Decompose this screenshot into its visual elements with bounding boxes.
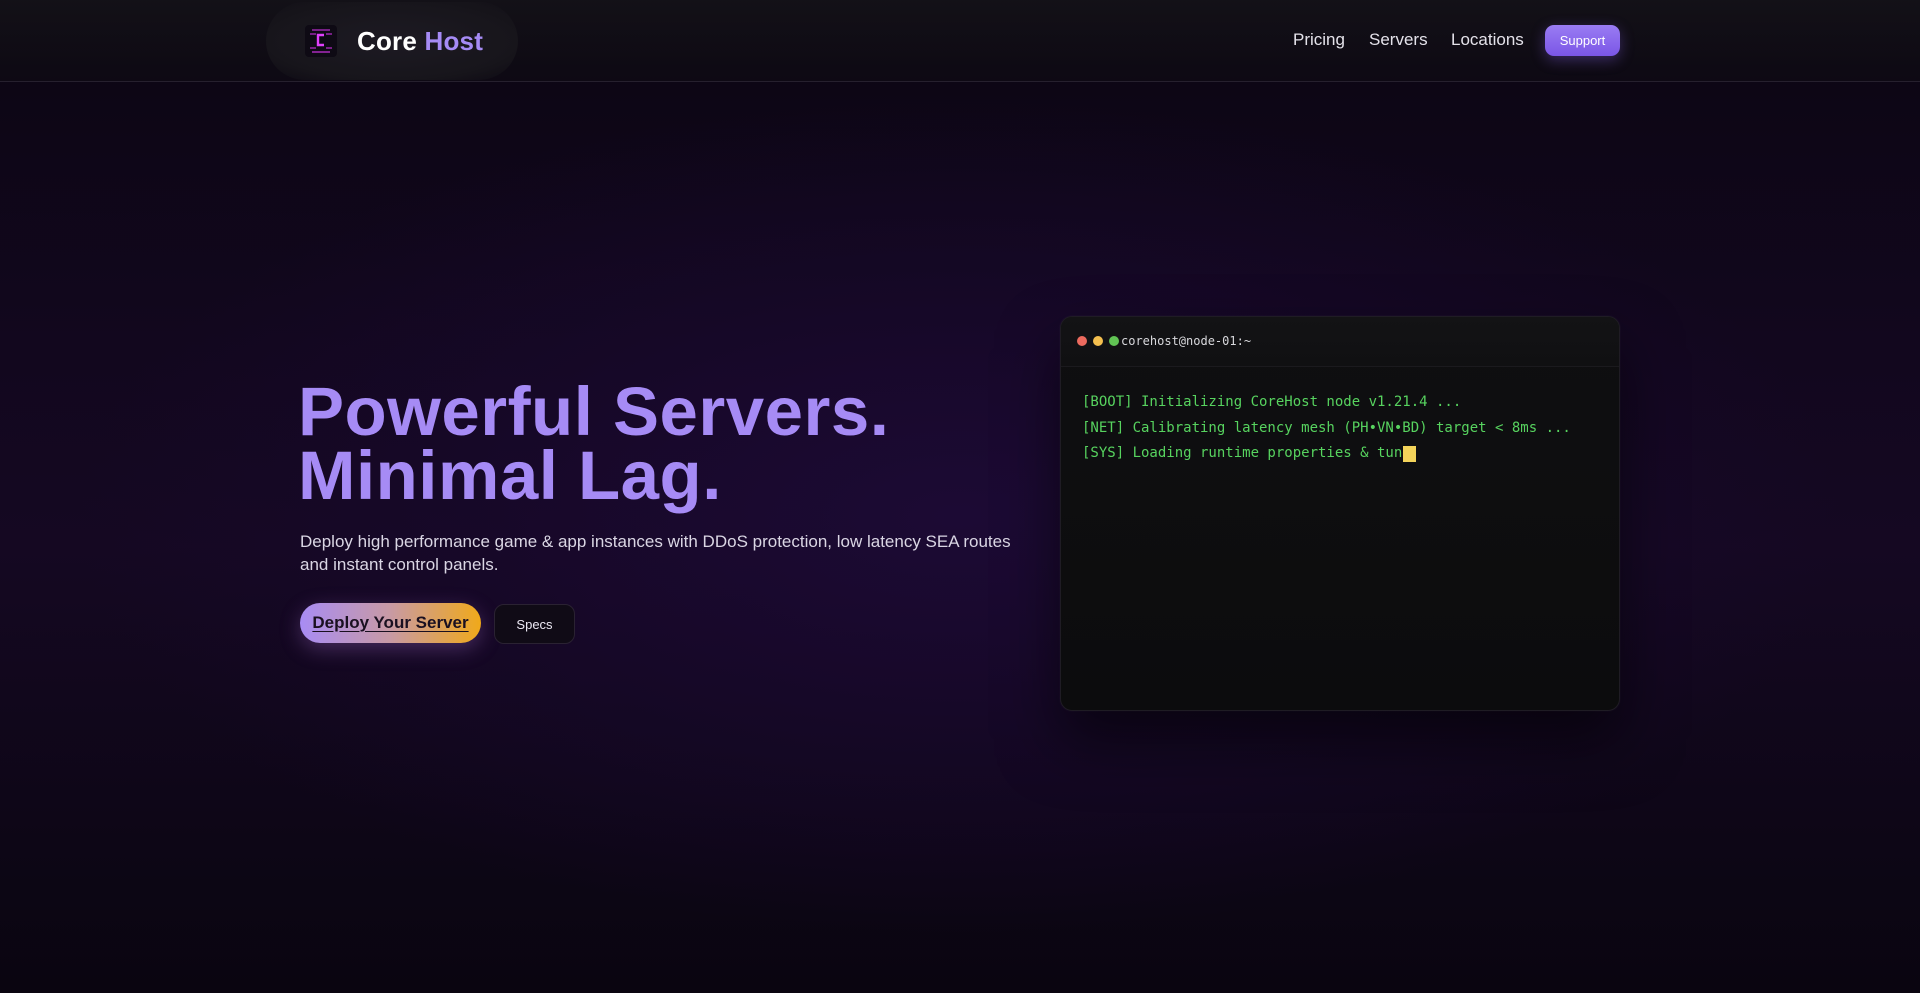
terminal-window: corehost@node-01:~ [BOOT] Initializing C… [1060, 316, 1620, 711]
deploy-server-button[interactable]: Deploy Your Server [300, 603, 481, 643]
terminal-title-bar: corehost@node-01:~ [1061, 317, 1619, 367]
nav-link-pricing[interactable]: Pricing [1293, 30, 1345, 50]
minimize-dot-icon [1093, 336, 1103, 346]
terminal-title: corehost@node-01:~ [1121, 334, 1252, 348]
brand-name: Core Host [357, 26, 483, 57]
terminal-line: [SYS] Loading runtime properties & tun [1082, 441, 1602, 467]
terminal-line-text: [BOOT] Initializing CoreHost node v1.21.… [1082, 394, 1462, 410]
support-button[interactable]: Support [1545, 25, 1620, 56]
top-navigation-bar: Core Host Pricing Servers Locations Supp… [0, 0, 1920, 82]
corehost-logo-icon [305, 25, 337, 57]
maximize-dot-icon [1109, 336, 1119, 346]
terminal-line: [BOOT] Initializing CoreHost node v1.21.… [1082, 390, 1602, 416]
close-dot-icon [1077, 336, 1087, 346]
hero-title-line-2: Minimal Lag. [298, 437, 722, 514]
nav-link-servers[interactable]: Servers [1369, 30, 1428, 50]
hero-title-line-1: Powerful Servers. [298, 373, 890, 450]
hero-title: Powerful Servers. Minimal Lag. [298, 373, 890, 514]
brand-name-host: Host [424, 26, 484, 56]
terminal-line-text: [SYS] Loading runtime properties & tun [1082, 445, 1403, 461]
hero-subtitle: Deploy high performance game & app insta… [300, 532, 1011, 574]
terminal-line-text: [NET] Calibrating latency mesh (PH•VN•BD… [1082, 419, 1571, 436]
nav-link-locations[interactable]: Locations [1451, 30, 1524, 50]
terminal-cursor [1403, 445, 1417, 462]
terminal-output: [BOOT] Initializing CoreHost node v1.21.… [1082, 390, 1602, 467]
brand-name-core: Core [357, 26, 418, 56]
specs-button[interactable]: Specs [494, 604, 575, 644]
terminal-line: [NET] Calibrating latency mesh (PH•VN•BD… [1082, 416, 1602, 442]
brand-logo-link[interactable]: Core Host [266, 2, 518, 80]
